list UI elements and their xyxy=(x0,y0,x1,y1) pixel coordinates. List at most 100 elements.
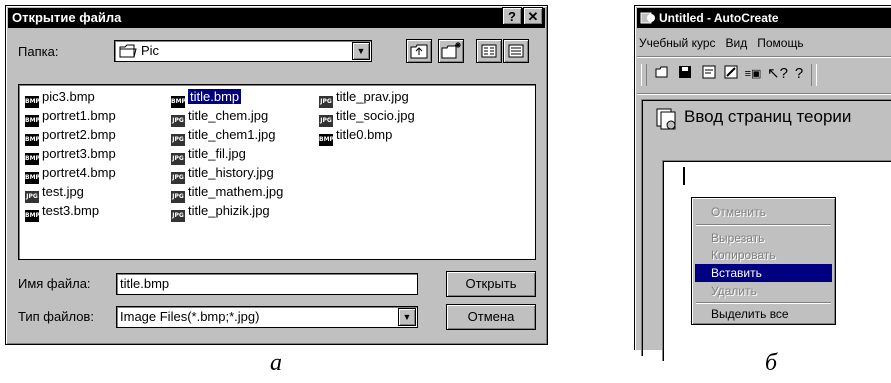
file-name: title_history.jpg xyxy=(188,165,274,180)
new-folder-button[interactable] xyxy=(438,39,464,63)
text-cursor xyxy=(683,167,685,185)
file-name: title.bmp xyxy=(188,89,242,104)
window-title: Untitled - AutoCreate xyxy=(637,8,891,28)
file-name: pic3.bmp xyxy=(42,89,95,104)
save-icon[interactable] xyxy=(675,64,695,84)
jpg-file-icon: JPG xyxy=(319,115,333,127)
menu-copy[interactable]: Копировать xyxy=(695,246,832,264)
menu-divider xyxy=(637,56,891,58)
menu-copy-label: Копировать xyxy=(711,248,776,262)
help-icon[interactable]: ? xyxy=(789,64,809,84)
up-folder-icon xyxy=(410,44,428,59)
toolbar-divider xyxy=(637,93,891,95)
open-button[interactable]: Открыть xyxy=(446,271,536,297)
dialog-title: Открытие файла xyxy=(8,8,545,28)
new-folder-icon xyxy=(441,42,461,59)
page-icon[interactable] xyxy=(699,64,719,84)
menu-delete-label: Удалить xyxy=(711,284,757,298)
file-item[interactable]: BMP title.bmp xyxy=(171,89,242,108)
jpg-file-icon: JPG xyxy=(171,115,185,127)
bmp-file-icon: BMP xyxy=(319,134,334,146)
filetype-select[interactable]: Image Files(*.bmp;*.jpg) ▼ xyxy=(116,306,418,328)
menu-delete[interactable]: Удалить xyxy=(695,282,832,300)
menu-view[interactable]: Вид xyxy=(726,36,748,50)
file-item[interactable]: BMP test3.bmp xyxy=(25,203,99,222)
caption-b: б xyxy=(765,350,778,376)
file-name: title_socio.jpg xyxy=(336,108,415,123)
filetype-label: Тип файлов: xyxy=(18,309,94,324)
menu-help[interactable]: Помощь xyxy=(757,36,803,50)
file-name: title_chem.jpg xyxy=(188,108,269,123)
jpg-file-icon: JPG xyxy=(171,134,185,146)
bmp-file-icon: BMP xyxy=(25,96,40,108)
folder-label: Папка: xyxy=(18,44,58,59)
file-item[interactable]: JPG title_prav.jpg xyxy=(319,89,409,108)
file-name: title_mathem.jpg xyxy=(188,184,284,199)
heading-text: Ввод страниц теории xyxy=(684,107,852,126)
bmp-file-icon: BMP xyxy=(25,115,40,127)
bmp-file-icon: BMP xyxy=(171,96,186,108)
toolbar-grip xyxy=(641,64,647,86)
edit-icon[interactable] xyxy=(721,64,741,84)
file-name: test.jpg xyxy=(42,184,84,199)
context-help-icon[interactable]: ↖? xyxy=(767,64,788,84)
theory-pages-icon xyxy=(654,106,680,132)
file-item[interactable]: JPG title_fil.jpg xyxy=(171,146,246,165)
file-item[interactable]: BMP portret2.bmp xyxy=(25,127,116,146)
file-item[interactable]: BMP portret1.bmp xyxy=(25,108,116,127)
menu-cut-label: Вырезать xyxy=(711,231,765,245)
menu-cut[interactable]: Вырезать xyxy=(695,229,832,247)
filetype-dropdown-button[interactable]: ▼ xyxy=(398,308,416,326)
menu-separator xyxy=(696,224,831,226)
menu-paste[interactable]: Вставить xyxy=(695,264,832,282)
bmp-file-icon: BMP xyxy=(25,210,40,222)
bmp-file-icon: BMP xyxy=(25,172,40,184)
file-item[interactable]: JPG title_history.jpg xyxy=(171,165,274,184)
file-name: title_prav.jpg xyxy=(336,89,409,104)
folder-icon xyxy=(119,44,137,58)
folder-select[interactable]: Pic ▼ xyxy=(114,40,372,62)
file-item[interactable]: BMP portret3.bmp xyxy=(25,146,116,165)
file-item[interactable]: JPG title_chem.jpg xyxy=(171,108,269,127)
list-view-icon xyxy=(481,44,497,58)
close-button[interactable]: ✕ xyxy=(523,7,543,25)
jpg-file-icon: JPG xyxy=(171,191,185,203)
jpg-file-icon: JPG xyxy=(319,96,333,108)
list-icon[interactable]: ≡▣ xyxy=(743,64,763,84)
file-item[interactable]: JPG title_mathem.jpg xyxy=(171,184,284,203)
menu-undo[interactable]: Отменить xyxy=(695,203,832,221)
menu-separator xyxy=(696,302,831,304)
file-name: title_chem1.jpg xyxy=(188,127,276,142)
toolbar-separator xyxy=(811,64,817,86)
filetype-value: Image Files(*.bmp;*.jpg) xyxy=(120,309,260,324)
details-view-icon xyxy=(508,44,524,58)
menu-select-all[interactable]: Выделить все xyxy=(695,305,832,323)
file-item[interactable]: JPG test.jpg xyxy=(25,184,84,203)
file-item[interactable]: BMP pic3.bmp xyxy=(25,89,95,108)
open-file-dialog: Открытие файла ? ✕ Папка: Pic ▼ BMP pic3.… xyxy=(5,5,548,345)
folder-value: Pic xyxy=(141,43,160,58)
filename-input[interactable]: title.bmp xyxy=(116,273,418,295)
cancel-button[interactable]: Отмена xyxy=(446,304,536,330)
file-name: title_fil.jpg xyxy=(188,146,246,161)
jpg-file-icon: JPG xyxy=(171,153,185,165)
window-title-text: Untitled - AutoCreate xyxy=(659,11,779,25)
open-icon[interactable] xyxy=(653,64,673,84)
up-folder-button[interactable] xyxy=(406,39,432,63)
app-icon xyxy=(640,11,656,25)
folder-dropdown-button[interactable]: ▼ xyxy=(352,42,370,60)
file-item[interactable]: BMP title0.bmp xyxy=(319,127,392,146)
menu-course[interactable]: Учебный курс xyxy=(639,36,716,50)
details-view-button[interactable] xyxy=(503,39,529,63)
file-name: portret3.bmp xyxy=(42,146,116,161)
bmp-file-icon: BMP xyxy=(25,153,40,165)
list-view-button[interactable] xyxy=(476,39,502,63)
file-item[interactable]: BMP portret4.bmp xyxy=(25,165,116,184)
file-name: title_phizik.jpg xyxy=(188,203,270,218)
file-item[interactable]: JPG title_chem1.jpg xyxy=(171,127,276,146)
menu-select-all-label: Выделить все xyxy=(711,307,789,321)
file-item[interactable]: JPG title_phizik.jpg xyxy=(171,203,270,222)
help-button[interactable]: ? xyxy=(502,7,522,25)
file-item[interactable]: JPG title_socio.jpg xyxy=(319,108,415,127)
file-list[interactable]: BMP pic3.bmp BMP portret1.bmp BMP portret2.bm… xyxy=(18,84,536,260)
